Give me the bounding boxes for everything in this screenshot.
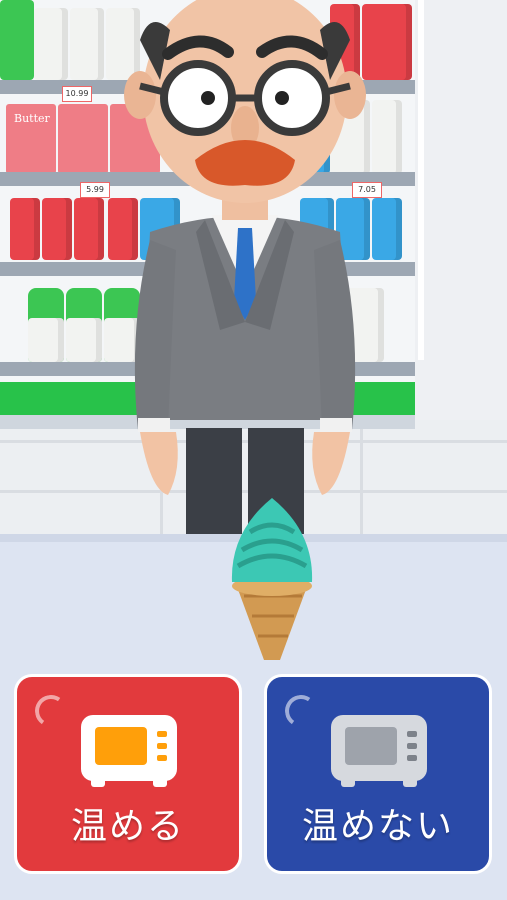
warm-button[interactable]: 温める — [14, 674, 242, 874]
no-warm-button-label: 温めない — [301, 806, 454, 847]
microwave-on-icon — [81, 715, 177, 787]
shopkeeper-character — [124, 0, 366, 540]
ice-cream-item — [231, 498, 313, 660]
no-warm-button[interactable]: 温めない — [264, 674, 492, 874]
shine-decoration — [32, 692, 70, 730]
warm-button-label: 温める — [70, 806, 185, 847]
shine-decoration — [282, 692, 320, 730]
microwave-off-icon — [331, 715, 427, 787]
store-scene: Butter 10.99 5.99 7.05 — [0, 0, 507, 540]
